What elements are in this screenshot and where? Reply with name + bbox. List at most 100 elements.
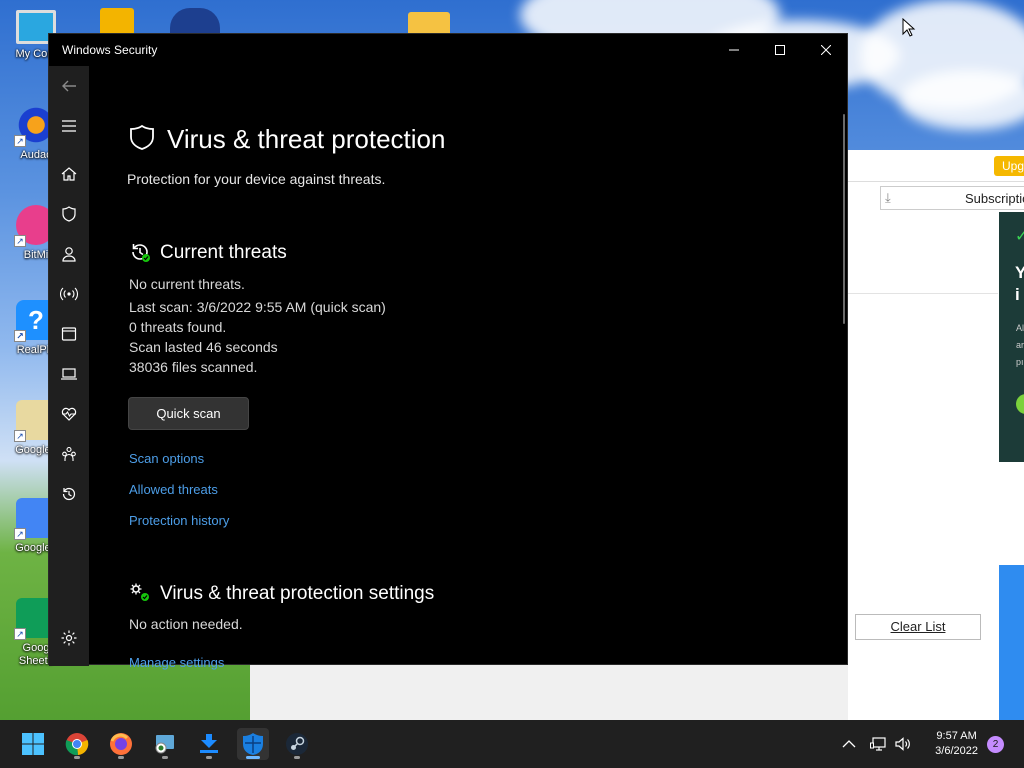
close-icon: [821, 45, 831, 55]
scan-duration-line: Scan lasted 46 seconds: [129, 339, 278, 355]
maximize-icon: [775, 45, 785, 55]
threats-found-line: 0 threats found.: [129, 319, 227, 335]
nav-family-options[interactable]: [49, 434, 89, 474]
taskbar-steam[interactable]: [281, 728, 313, 760]
nav-rail: [49, 66, 89, 666]
browser-window-icon: [61, 327, 77, 341]
chrome-icon: [65, 733, 89, 756]
ad-panel: ✓ Y i Al ar pı: [999, 212, 1024, 462]
main-content: Virus & threat protection Protection for…: [89, 66, 847, 670]
background-app-list: [848, 212, 998, 294]
network-share-icon: [155, 735, 174, 754]
menu-button[interactable]: [49, 106, 89, 146]
nav-virus-protection[interactable]: [49, 194, 89, 234]
network-icon: [870, 737, 886, 751]
clock-time: 9:57 AM: [936, 730, 977, 742]
files-scanned-line: 38036 files scanned.: [129, 359, 258, 375]
clock-date: 3/6/2022: [935, 745, 978, 757]
taskbar-windows-security[interactable]: [237, 728, 269, 760]
background-app-blue-strip: [999, 565, 1024, 720]
threat-status-line: No current threats.: [129, 276, 245, 292]
history-icon: [62, 487, 76, 501]
family-icon: [62, 446, 76, 461]
ad-button[interactable]: [1016, 394, 1024, 414]
taskbar-clock[interactable]: 9:57 AM 3/6/2022: [935, 729, 978, 759]
nav-home[interactable]: [49, 154, 89, 194]
hamburger-icon: [62, 120, 76, 132]
minimize-icon: [729, 49, 739, 51]
subscription-label: Subscriptic: [965, 191, 1024, 206]
network-status-button[interactable]: [870, 720, 888, 768]
ad-body: Al ar pı: [1016, 323, 1024, 367]
volume-button[interactable]: [894, 720, 912, 768]
person-icon: [62, 247, 76, 262]
page-subtitle: Protection for your device against threa…: [127, 171, 386, 187]
mouse-cursor-icon: [902, 18, 916, 37]
shortcut-arrow-icon: ↗: [14, 430, 26, 442]
allowed-threats-link[interactable]: Allowed threats: [129, 482, 218, 497]
home-icon: [61, 167, 77, 181]
page-title: Virus & threat protection: [167, 124, 446, 154]
settings-heading: Virus & threat protection settings: [160, 583, 435, 604]
nav-device-security[interactable]: [49, 354, 89, 394]
download-icon: ⤓: [885, 190, 891, 205]
taskbar-firefox[interactable]: [105, 728, 137, 760]
page-shield-icon: [129, 124, 155, 157]
shortcut-arrow-icon: ↗: [14, 135, 26, 147]
nav-device-health[interactable]: [49, 394, 89, 434]
nav-protection-history[interactable]: [49, 474, 89, 514]
windows-security-shield-icon: [243, 733, 263, 755]
taskbar-downloader[interactable]: [193, 728, 225, 760]
nav-app-browser[interactable]: [49, 314, 89, 354]
steam-icon: [286, 733, 308, 755]
protection-history-link[interactable]: Protection history: [129, 513, 229, 528]
window-title: Windows Security: [62, 43, 158, 57]
maximize-button[interactable]: [757, 34, 803, 66]
clear-list-button[interactable]: Clear List: [855, 614, 981, 640]
show-hidden-icons-button[interactable]: [842, 720, 856, 768]
taskbar: 9:57 AM 3/6/2022 2: [0, 720, 1024, 768]
nav-settings[interactable]: [49, 618, 89, 658]
current-threats-heading: Current threats: [160, 242, 287, 263]
scrollbar[interactable]: [843, 114, 845, 324]
speaker-icon: [895, 737, 910, 751]
scan-options-link[interactable]: Scan options: [129, 451, 204, 466]
close-button[interactable]: [803, 34, 849, 66]
settings-gears-icon: [129, 582, 151, 609]
malwarebytes-icon[interactable]: [170, 8, 220, 36]
minimize-button[interactable]: [711, 34, 757, 66]
current-threats-icon: [129, 241, 151, 268]
taskbar-chrome[interactable]: [61, 728, 93, 760]
firefox-icon: [110, 733, 132, 755]
last-scan-line: Last scan: 3/6/2022 9:55 AM (quick scan): [129, 299, 386, 315]
shortcut-arrow-icon: ↗: [14, 330, 26, 342]
heart-pulse-icon: [61, 407, 77, 421]
shortcut-arrow-icon: ↗: [14, 628, 26, 640]
gear-icon: [61, 630, 77, 646]
nav-firewall[interactable]: [49, 274, 89, 314]
upgrade-button[interactable]: Upg: [994, 156, 1024, 176]
laptop-icon: [61, 368, 77, 380]
check-mark-icon: ✓: [1015, 228, 1024, 245]
wireless-icon: [60, 287, 78, 301]
shortcut-arrow-icon: ↗: [14, 528, 26, 540]
windows-logo-icon: [22, 733, 44, 755]
shortcut-arrow-icon: ↗: [14, 235, 26, 247]
taskbar-network-share[interactable]: [149, 728, 181, 760]
chevron-up-icon: [842, 740, 856, 748]
manage-settings-link[interactable]: Manage settings: [129, 655, 224, 670]
download-manager-icon: [200, 734, 218, 753]
windows-security-window: Windows Security Virus & threat protecti…: [48, 33, 848, 670]
ad-headline: Y i: [1015, 263, 1024, 304]
subscription-tab[interactable]: ⤓ Subscriptic: [880, 186, 1024, 210]
nav-account-protection[interactable]: [49, 234, 89, 274]
notification-badge[interactable]: 2: [987, 736, 1004, 753]
settings-status: No action needed.: [129, 616, 243, 632]
back-arrow-icon: [62, 80, 76, 92]
back-button[interactable]: [49, 66, 89, 106]
shield-icon: [62, 206, 76, 222]
quick-scan-button[interactable]: Quick scan: [128, 397, 249, 430]
title-bar[interactable]: Windows Security: [49, 34, 847, 66]
start-button[interactable]: [17, 728, 49, 760]
slides-icon[interactable]: [100, 8, 134, 36]
